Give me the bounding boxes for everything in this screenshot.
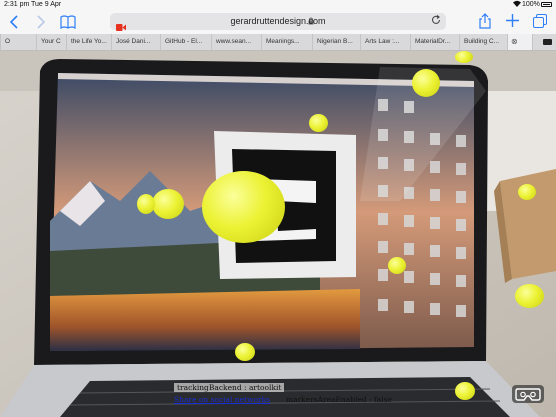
- ar-sphere: [455, 382, 475, 400]
- ar-sphere: [518, 184, 536, 200]
- tab-strip: O Your Cthe Life Yo... José Dani... GitHub …: [0, 34, 556, 51]
- battery-percent: 100%: [522, 1, 540, 8]
- browser-tab[interactable]: Meanings...: [261, 34, 312, 50]
- tab-close-icon[interactable]: ⊗: [511, 37, 518, 46]
- wifi-icon: [513, 0, 521, 9]
- camera-view: [0, 51, 556, 417]
- new-tab-icon[interactable]: [506, 14, 519, 29]
- reload-icon[interactable]: [431, 15, 441, 28]
- browser-tab[interactable]: www.sean...: [211, 34, 261, 50]
- ar-scene-image: [0, 51, 556, 417]
- tabs-overview-icon[interactable]: [533, 14, 547, 30]
- ar-sphere: [137, 194, 155, 214]
- ar-sphere: [455, 51, 473, 63]
- browser-tab[interactable]: O: [0, 34, 36, 50]
- browser-tab[interactable]: José Dani...: [111, 34, 160, 50]
- markers-area-label: markersAreaEnabled : false: [286, 395, 392, 404]
- ar-sphere: [515, 284, 544, 308]
- ar-sphere: [152, 189, 184, 219]
- url-text: gerardruttendesign.com: [230, 16, 326, 26]
- browser-tab[interactable]: Building C...: [459, 34, 507, 50]
- tracking-backend-label: trackingBackend : artoolkit: [174, 383, 285, 392]
- browser-tab[interactable]: the Life Yo...: [66, 34, 111, 50]
- address-bar[interactable]: gerardruttendesign.com: [110, 13, 446, 31]
- forward-icon[interactable]: [36, 15, 46, 31]
- ar-sphere: [412, 69, 440, 97]
- ar-sphere: [235, 343, 255, 361]
- vr-mode-button[interactable]: [512, 385, 544, 403]
- status-bar: 2:31 pm Tue 9 Apr 100%: [0, 0, 556, 10]
- browser-tab[interactable]: Arts Law :...: [360, 34, 410, 50]
- ar-debug-overlay: trackingBackend : artoolkit Share on soc…: [172, 383, 412, 417]
- ar-sphere: [202, 171, 285, 243]
- share-icon[interactable]: [479, 13, 491, 31]
- browser-toolbar: gerardruttendesign.com: [0, 10, 556, 34]
- browser-tab[interactable]: MaterialDr...: [410, 34, 459, 50]
- status-time: 2:31 pm: [4, 1, 30, 8]
- tab-video-icon: [543, 39, 552, 45]
- status-date: Tue 9 Apr: [31, 1, 62, 8]
- back-icon[interactable]: [9, 15, 19, 31]
- share-link[interactable]: Share on social networks: [174, 395, 270, 404]
- browser-tab[interactable]: Nigerian B...: [312, 34, 360, 50]
- browser-tab[interactable]: Your C: [36, 34, 66, 50]
- browser-tab[interactable]: GitHub - El...: [160, 34, 211, 50]
- bookmarks-icon[interactable]: [60, 15, 76, 31]
- battery-icon: [541, 2, 552, 7]
- ar-sphere: [388, 257, 406, 274]
- vr-goggles-icon: [515, 388, 541, 401]
- ar-sphere: [309, 114, 328, 132]
